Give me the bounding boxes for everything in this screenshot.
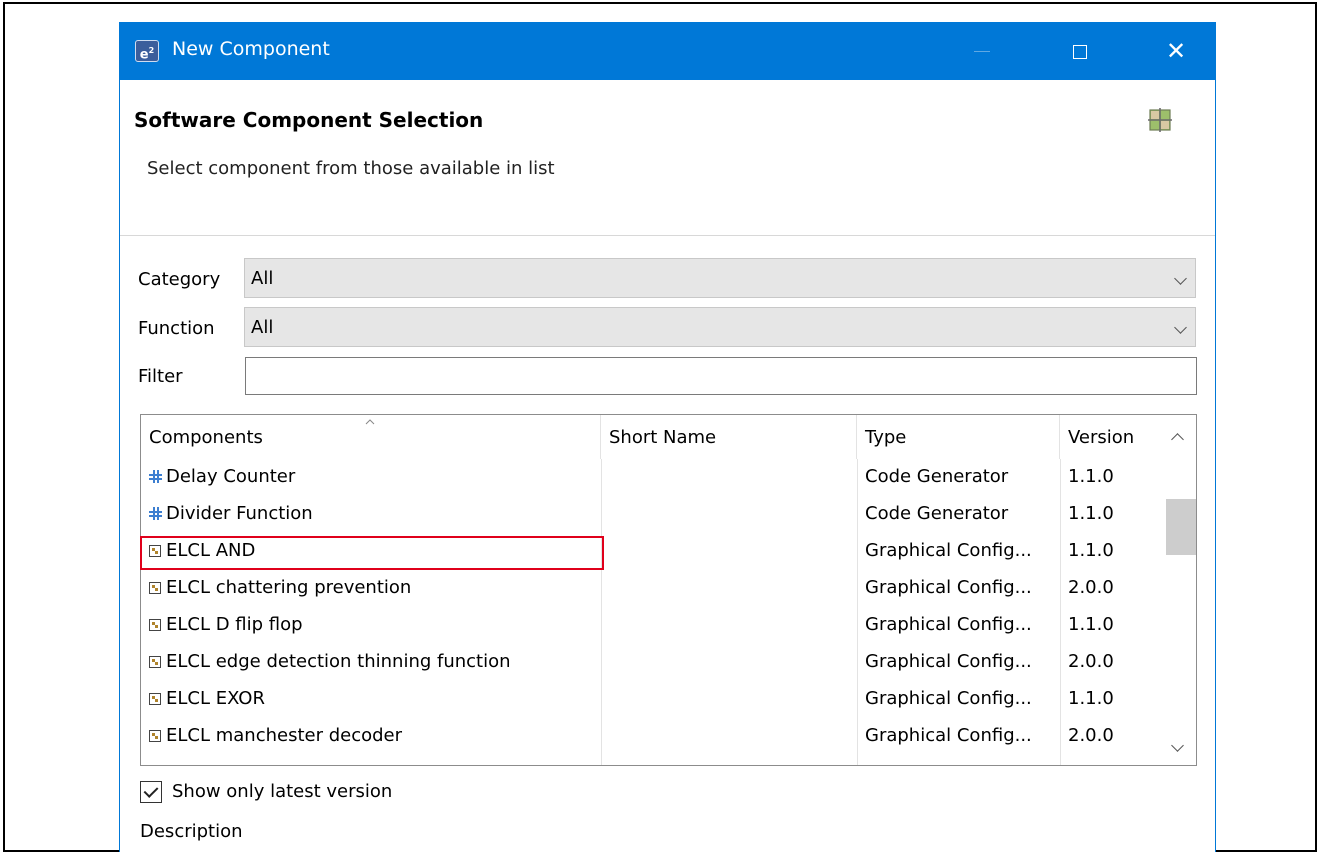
selection-highlight xyxy=(140,536,604,570)
column-header-label: Type xyxy=(865,427,907,448)
category-select[interactable]: All xyxy=(244,258,1196,298)
component-name-cell: ELCL edge detection thinning function xyxy=(149,651,511,672)
component-name-cell: Delay Counter xyxy=(149,466,295,487)
minimize-icon xyxy=(974,51,990,52)
code-generator-icon xyxy=(149,470,162,483)
version-cell: 2.0.0 xyxy=(1068,725,1114,746)
graphical-config-icon xyxy=(149,656,161,668)
filter-label: Filter xyxy=(138,366,183,387)
category-label: Category xyxy=(138,269,221,290)
type-cell: Graphical Config... xyxy=(865,540,1032,561)
type-cell: Graphical Config... xyxy=(865,688,1032,709)
component-name-cell: Divider Function xyxy=(149,503,313,524)
table-row[interactable]: ELCL EXOR Graphical Config... 1.1.0 xyxy=(141,681,1161,718)
component-name: ELCL chattering prevention xyxy=(166,577,412,598)
code-generator-icon xyxy=(149,507,162,520)
table-row[interactable]: ELCL D flip flop Graphical Config... 1.1.0 xyxy=(141,607,1161,644)
components-table[interactable]: Components Short Name Type Version Delay… xyxy=(140,414,1197,766)
version-cell: 1.1.0 xyxy=(1068,688,1114,709)
category-value: All xyxy=(251,268,274,289)
description-label: Description xyxy=(140,821,243,842)
column-header-label: Short Name xyxy=(609,427,717,448)
close-button[interactable]: ✕ xyxy=(1150,22,1202,80)
sort-ascending-icon xyxy=(365,419,375,425)
scrollbar-thumb[interactable] xyxy=(1166,499,1196,555)
column-header-short-name[interactable]: Short Name xyxy=(601,415,857,459)
scroll-up-icon[interactable] xyxy=(1171,433,1184,446)
type-cell: Graphical Config... xyxy=(865,651,1032,672)
component-name-cell: ELCL D flip flop xyxy=(149,614,303,635)
version-cell: 1.1.0 xyxy=(1068,614,1114,635)
version-cell: 1.1.0 xyxy=(1068,503,1114,524)
version-cell: 2.0.0 xyxy=(1068,577,1114,598)
version-cell: 1.1.0 xyxy=(1068,540,1114,561)
table-row[interactable]: Divider Function Code Generator 1.1.0 xyxy=(141,496,1161,533)
component-name: ELCL EXOR xyxy=(166,688,265,709)
type-cell: Code Generator xyxy=(865,503,1009,524)
component-name-cell: ELCL EXOR xyxy=(149,688,265,709)
table-row[interactable]: ELCL manchester decoder Graphical Config.… xyxy=(141,718,1161,755)
version-cell: 1.1.0 xyxy=(1068,466,1114,487)
chevron-down-icon xyxy=(1174,272,1187,285)
window-title: New Component xyxy=(172,38,330,60)
page-subtitle: Select component from those available in… xyxy=(147,158,555,179)
page-title: Software Component Selection xyxy=(134,108,484,132)
column-header-version[interactable]: Version xyxy=(1060,415,1161,459)
type-cell: Graphical Config... xyxy=(865,577,1032,598)
close-icon: ✕ xyxy=(1165,37,1187,65)
chevron-down-icon xyxy=(1174,321,1187,334)
function-label: Function xyxy=(138,318,215,339)
wizard-header: Software Component Selection Select comp… xyxy=(120,80,1215,236)
maximize-icon xyxy=(1073,44,1087,59)
component-name: ELCL manchester decoder xyxy=(166,725,403,746)
column-header-type[interactable]: Type xyxy=(857,415,1060,459)
version-cell: 2.0.0 xyxy=(1068,651,1114,672)
column-header-components[interactable]: Components xyxy=(141,415,601,459)
type-cell: Code Generator xyxy=(865,466,1009,487)
column-header-label: Version xyxy=(1068,427,1135,448)
column-header-label: Components xyxy=(149,427,263,448)
show-latest-checkbox[interactable] xyxy=(140,781,162,803)
vertical-scrollbar[interactable] xyxy=(1161,415,1196,765)
table-row[interactable]: Delay Counter Code Generator 1.1.0 xyxy=(141,459,1161,496)
scroll-down-icon[interactable] xyxy=(1171,739,1184,752)
show-latest-label: Show only latest version xyxy=(172,781,393,802)
component-grid-icon xyxy=(1148,108,1172,132)
e2-studio-app-icon: e2 xyxy=(135,40,159,62)
component-name: ELCL edge detection thinning function xyxy=(166,651,511,672)
graphical-config-icon xyxy=(149,619,161,631)
maximize-button[interactable] xyxy=(1054,22,1106,80)
minimize-button[interactable] xyxy=(956,22,1008,80)
component-name-cell: ELCL chattering prevention xyxy=(149,577,411,598)
component-name: ELCL D flip flop xyxy=(166,614,303,635)
filter-input[interactable] xyxy=(245,357,1197,395)
table-row[interactable]: ELCL chattering prevention Graphical Conf… xyxy=(141,570,1161,607)
table-row[interactable]: ELCL edge detection thinning function Gra… xyxy=(141,644,1161,681)
component-name: Divider Function xyxy=(166,503,313,524)
type-cell: Graphical Config... xyxy=(865,614,1032,635)
graphical-config-icon xyxy=(149,693,161,705)
function-select[interactable]: All xyxy=(244,307,1196,347)
title-bar[interactable]: e2 New Component ✕ xyxy=(120,22,1215,80)
function-value: All xyxy=(251,317,274,338)
new-component-dialog: e2 New Component ✕ Software Component Se… xyxy=(119,22,1216,852)
component-name: Delay Counter xyxy=(166,466,296,487)
graphical-config-icon xyxy=(149,730,161,742)
component-name-cell: ELCL manchester decoder xyxy=(149,725,402,746)
type-cell: Graphical Config... xyxy=(865,725,1032,746)
graphical-config-icon xyxy=(149,582,161,594)
